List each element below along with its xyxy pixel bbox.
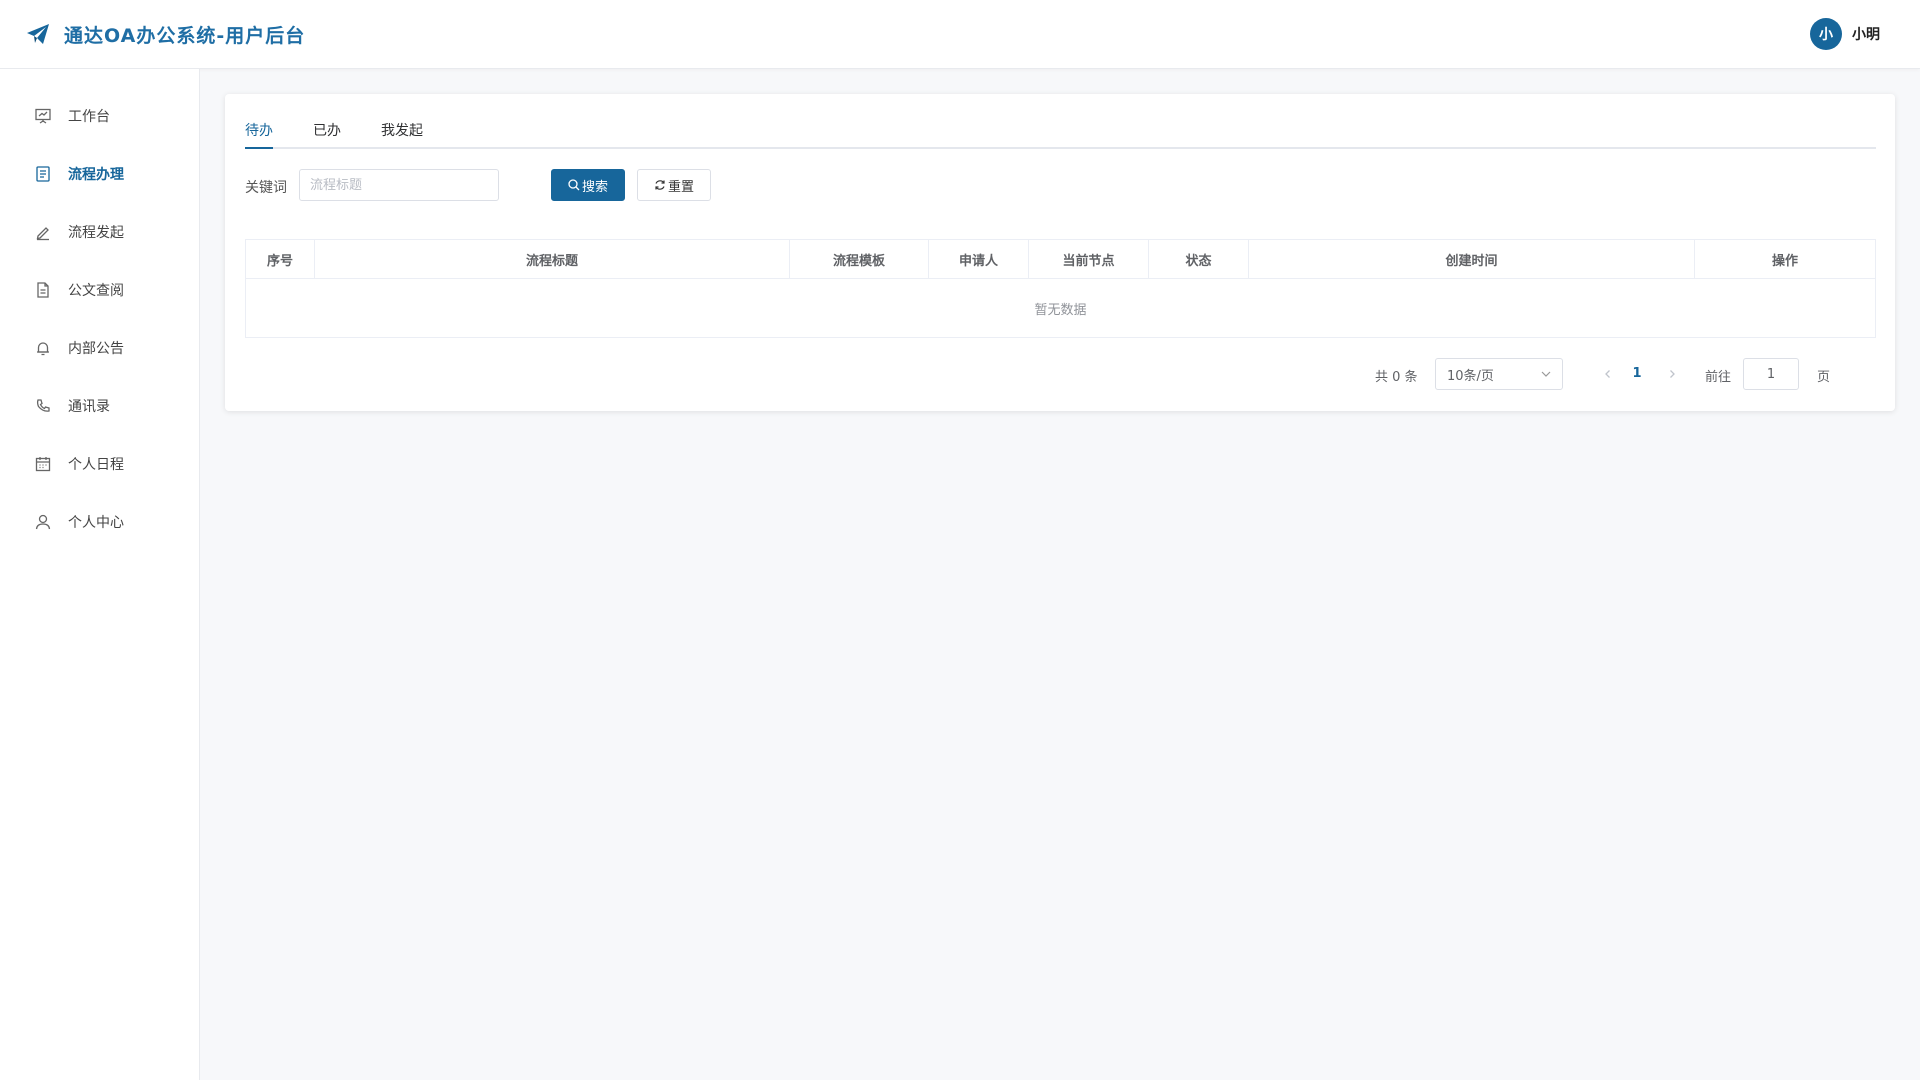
tab-bar: 待办 已办 我发起 [245, 116, 1876, 149]
tab-done[interactable]: 已办 [313, 116, 341, 147]
sidebar-item-schedule[interactable]: 个人日程 [0, 444, 199, 484]
prev-page-button[interactable] [1600, 366, 1616, 382]
user-menu[interactable]: 小 小明 [1810, 18, 1880, 50]
page-unit-label: 页 [1817, 370, 1831, 385]
calendar-icon [34, 455, 52, 473]
column-header-status: 状态 [1149, 240, 1249, 278]
sidebar-item-workbench[interactable]: 工作台 [0, 96, 199, 136]
sidebar-item-label: 个人日程 [68, 457, 124, 473]
filter-bar: 关键词 搜索 重置 [245, 169, 1245, 201]
column-header-template: 流程模板 [790, 240, 929, 278]
column-header-actions: 操作 [1771, 253, 1798, 269]
page-size-select[interactable]: 10条/页 [1435, 358, 1563, 390]
total-count: 共 0 条 [1375, 370, 1418, 385]
column-header-applicant: 申请人 [929, 240, 1029, 278]
sidebar: 工作台 流程办理 流程发起 公文查阅 内部公告 通讯录 个人日程 个人中心 [0, 69, 200, 1080]
column-header-title: 流程标题 [315, 240, 790, 278]
paper-plane-icon [26, 22, 50, 46]
app-title: 通达OA办公系统-用户后台 [64, 24, 306, 47]
tab-initiated[interactable]: 我发起 [381, 116, 423, 147]
process-table: 序号 流程标题 流程模板 申请人 当前节点 状态 创建时间 操作 暂无数据 [245, 239, 1876, 338]
page-size-value: 10条/页 [1447, 368, 1494, 384]
phone-icon [34, 397, 52, 415]
empty-state: 暂无数据 [1034, 302, 1087, 318]
page-number-current[interactable]: 1 [1627, 366, 1647, 381]
sidebar-item-label: 流程办理 [68, 167, 124, 183]
tab-pending[interactable]: 待办 [245, 116, 273, 149]
keyword-input[interactable] [299, 169, 499, 201]
reset-button-label: 重置 [667, 179, 694, 195]
sidebar-item-label: 工作台 [68, 109, 110, 125]
file-text-icon [34, 281, 52, 299]
goto-page-input[interactable] [1743, 358, 1799, 390]
sidebar-item-documents[interactable]: 公文查阅 [0, 270, 199, 310]
column-header-created-time: 创建时间 [1249, 240, 1695, 278]
brand: 通达OA办公系统-用户后台 [26, 21, 305, 48]
chevron-left-icon [1605, 370, 1610, 378]
refresh-icon [654, 179, 666, 191]
user-name[interactable]: 小明 [1852, 24, 1880, 44]
search-icon [568, 179, 580, 191]
next-page-button[interactable] [1664, 366, 1680, 382]
sidebar-item-label: 个人中心 [68, 515, 124, 531]
presentation-board-icon [34, 107, 52, 125]
goto-label: 前往 [1705, 370, 1732, 385]
sidebar-item-contacts[interactable]: 通讯录 [0, 386, 199, 426]
sidebar-item-label: 流程发起 [68, 225, 124, 241]
avatar[interactable]: 小 [1810, 18, 1842, 50]
sidebar-item-profile[interactable]: 个人中心 [0, 502, 199, 542]
chevron-right-icon [1670, 370, 1675, 378]
top-header: 通达OA办公系统-用户后台 小 小明 [0, 0, 1920, 69]
pagination: 共 0 条 10条/页 1 前往 页 [1375, 358, 1875, 390]
pen-icon [34, 223, 52, 241]
table-header: 序号 流程标题 流程模板 申请人 当前节点 状态 创建时间 操作 [246, 240, 1875, 279]
column-header-index: 序号 [246, 240, 315, 278]
chevron-down-icon [1540, 368, 1552, 384]
user-icon [34, 513, 52, 531]
main-card: 待办 已办 我发起 关键词 搜索 重置 序号 [225, 94, 1895, 411]
sidebar-item-announcements[interactable]: 内部公告 [0, 328, 199, 368]
sidebar-item-process-start[interactable]: 流程发起 [0, 212, 199, 252]
sidebar-item-process-handling[interactable]: 流程办理 [0, 154, 199, 194]
search-button-label: 搜索 [581, 179, 608, 195]
search-button[interactable]: 搜索 [551, 169, 625, 201]
document-list-icon [34, 165, 52, 183]
reset-button[interactable]: 重置 [637, 169, 711, 201]
sidebar-item-label: 内部公告 [68, 341, 124, 357]
column-header-current-node: 当前节点 [1029, 240, 1149, 278]
bell-icon [34, 339, 52, 357]
keyword-label: 关键词 [245, 180, 287, 196]
sidebar-item-label: 通讯录 [68, 399, 110, 415]
sidebar-item-label: 公文查阅 [68, 283, 124, 299]
